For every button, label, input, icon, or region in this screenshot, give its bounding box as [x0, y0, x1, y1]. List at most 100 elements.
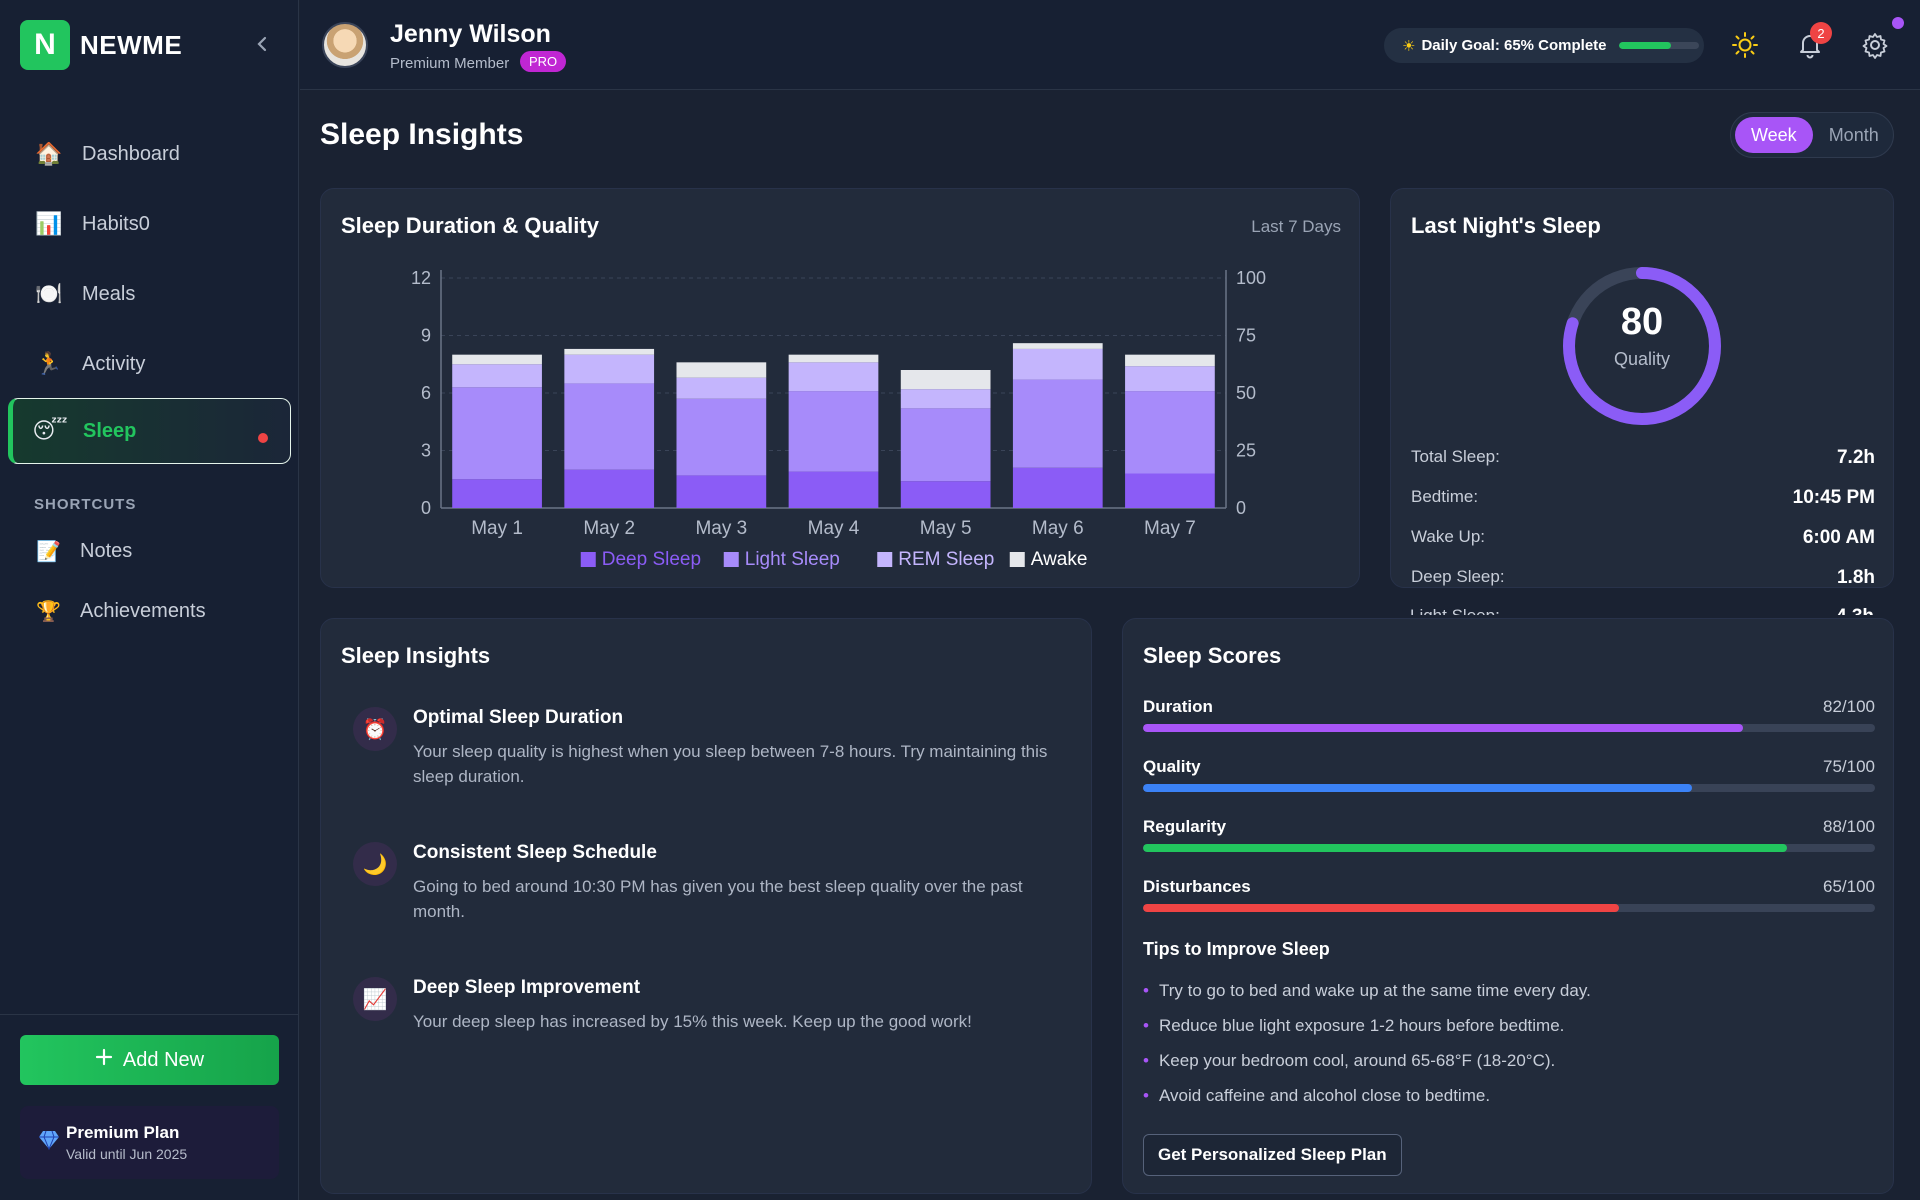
score-fill: [1143, 904, 1619, 912]
stat-value: 10:45 PM: [1792, 487, 1875, 508]
x-tick-label: May 5: [920, 518, 972, 539]
gear-icon[interactable]: [1860, 30, 1890, 60]
crescent-moon-icon: 🌙: [353, 842, 397, 886]
bar-segment: [900, 370, 991, 390]
tip-text: Try to go to bed and wake up at the same…: [1158, 981, 1591, 1000]
score-fill: [1143, 844, 1788, 852]
stat-label: Bedtime:: [1411, 487, 1479, 506]
bar-segment: [564, 469, 655, 508]
sidebar-item-sleep[interactable]: 😴 Sleep: [8, 398, 291, 464]
stat-value: 1.8h: [1836, 567, 1875, 588]
divider: [0, 1014, 299, 1015]
bar-segment: [452, 354, 542, 365]
legend-label: Deep Sleep: [602, 549, 701, 570]
card-title: Sleep Scores: [1143, 643, 1282, 668]
x-tick-label: May 7: [1144, 518, 1196, 539]
legend-swatch: [580, 552, 596, 567]
sleep-scores-card: Sleep Scores Duration 82/100 Quality 75/…: [1122, 618, 1894, 1194]
sidebar-item-label: Sleep: [83, 419, 137, 442]
bar-chart-icon: 📊: [35, 211, 63, 236]
insight-title: Optimal Sleep Duration: [413, 707, 624, 728]
avatar[interactable]: [322, 22, 368, 68]
week-toggle-button[interactable]: Week: [1735, 117, 1813, 153]
bar-segment: [1125, 354, 1215, 367]
shortcuts-heading: SHORTCUTS: [34, 496, 137, 513]
stat-label: Deep Sleep:: [1411, 567, 1505, 586]
sleep-duration-card: Sleep Duration & Quality Last 7 Days 036…: [320, 188, 1360, 588]
sidebar-item-habits[interactable]: 📊 Habits0: [8, 191, 291, 257]
y-tick-right: 100: [1236, 268, 1266, 288]
y-tick-right: 25: [1236, 441, 1256, 461]
bar-segment: [1125, 391, 1215, 474]
bar-segment: [788, 471, 879, 508]
quality-ring: [1563, 267, 1721, 425]
trend-chart-icon: 📈: [353, 977, 397, 1021]
sidebar-item-label: Dashboard: [82, 142, 180, 165]
brand-name: NEWME: [80, 30, 183, 60]
shortcut-label: Notes: [80, 540, 133, 562]
score-quality: Quality 75/100: [1143, 757, 1875, 792]
sidebar-item-dashboard[interactable]: 🏠 Dashboard: [8, 121, 291, 187]
bar-segment: [676, 475, 767, 508]
month-toggle-button[interactable]: Month: [1813, 117, 1895, 153]
last-night-card: Last Night's Sleep 80 Quality Total Slee…: [1390, 188, 1894, 588]
alarm-clock-icon: ⏰: [353, 707, 397, 751]
premium-plan-validity: Valid until Jun 2025: [66, 1146, 188, 1162]
insight-title: Consistent Sleep Schedule: [413, 842, 657, 863]
sun-theme-icon[interactable]: [1730, 30, 1760, 60]
add-new-button[interactable]: Add New: [20, 1035, 279, 1085]
sun-icon: ☀: [1402, 37, 1416, 55]
y-tick-right: 0: [1236, 498, 1246, 518]
y-tick-left: 12: [411, 268, 431, 288]
bar-segment: [452, 387, 542, 480]
daily-goal-progress-fill: [1618, 42, 1671, 49]
pro-badge: PRO: [520, 51, 567, 72]
legend-swatch: [723, 552, 739, 567]
score-label: Quality: [1143, 757, 1201, 776]
sidebar-item-label: Habits0: [82, 212, 150, 235]
chevron-left-icon[interactable]: [252, 32, 272, 56]
stat-value: 6:00 AM: [1802, 527, 1875, 548]
insight-description: Your deep sleep has increased by 15% thi…: [413, 1012, 972, 1031]
bar-segment: [900, 408, 991, 482]
legend-label: REM Sleep: [898, 549, 994, 570]
bar-segment: [452, 364, 542, 388]
score-value: 88/100: [1823, 817, 1875, 836]
score-value: 65/100: [1823, 877, 1875, 896]
tip-item: • Avoid caffeine and alcohol close to bed…: [1143, 1086, 1491, 1105]
y-tick-right: 50: [1236, 383, 1256, 403]
sleep-duration-chart: 0 3 6 9 12 0 25 50 75 100 May 1 May 2 May 3 May 4 May …: [411, 268, 1266, 570]
score-label: Duration: [1143, 697, 1213, 716]
bar-segment: [1125, 366, 1215, 392]
stat-deep-sleep: Deep Sleep: 1.8h: [1411, 567, 1875, 587]
bar-segment: [1125, 473, 1215, 508]
app-logo[interactable]: N: [20, 20, 70, 70]
x-tick-label: May 6: [1032, 518, 1084, 539]
bar-segment: [452, 479, 542, 508]
shortcut-achievements[interactable]: 🏆 Achievements: [36, 599, 206, 624]
memo-icon: 📝: [36, 541, 61, 563]
sidebar-item-activity[interactable]: 🏃 Activity: [8, 331, 291, 397]
status-dot: [1892, 17, 1904, 29]
score-track: [1143, 904, 1875, 912]
notification-dot: [258, 433, 268, 443]
score-track: [1143, 844, 1875, 852]
score-regularity: Regularity 88/100: [1143, 817, 1875, 852]
sidebar-item-meals[interactable]: 🍽️ Meals: [8, 261, 291, 327]
card-title: Sleep Insights: [341, 643, 491, 668]
x-tick-label: May 1: [471, 518, 523, 539]
x-tick-label: May 4: [808, 518, 860, 539]
tip-text: Avoid caffeine and alcohol close to bedt…: [1158, 1086, 1491, 1105]
shortcut-notes[interactable]: 📝 Notes: [36, 539, 132, 564]
premium-plan-card[interactable]: Premium Plan Valid until Jun 2025: [20, 1106, 279, 1179]
page-title: Sleep Insights: [320, 118, 524, 151]
bar-segment: [900, 481, 991, 508]
bar-segment: [788, 391, 879, 472]
tip-text: Reduce blue light exposure 1-2 hours bef…: [1158, 1016, 1565, 1035]
tip-item: • Reduce blue light exposure 1-2 hours be…: [1143, 1016, 1565, 1035]
bar-segment: [1012, 348, 1103, 380]
insight-item: 🌙 Consistent Sleep Schedule Going to bed…: [353, 842, 1063, 924]
house-icon: 🏠: [35, 141, 63, 166]
score-disturbances: Disturbances 65/100: [1143, 877, 1875, 912]
personalized-plan-button[interactable]: Get Personalized Sleep Plan: [1143, 1134, 1402, 1176]
